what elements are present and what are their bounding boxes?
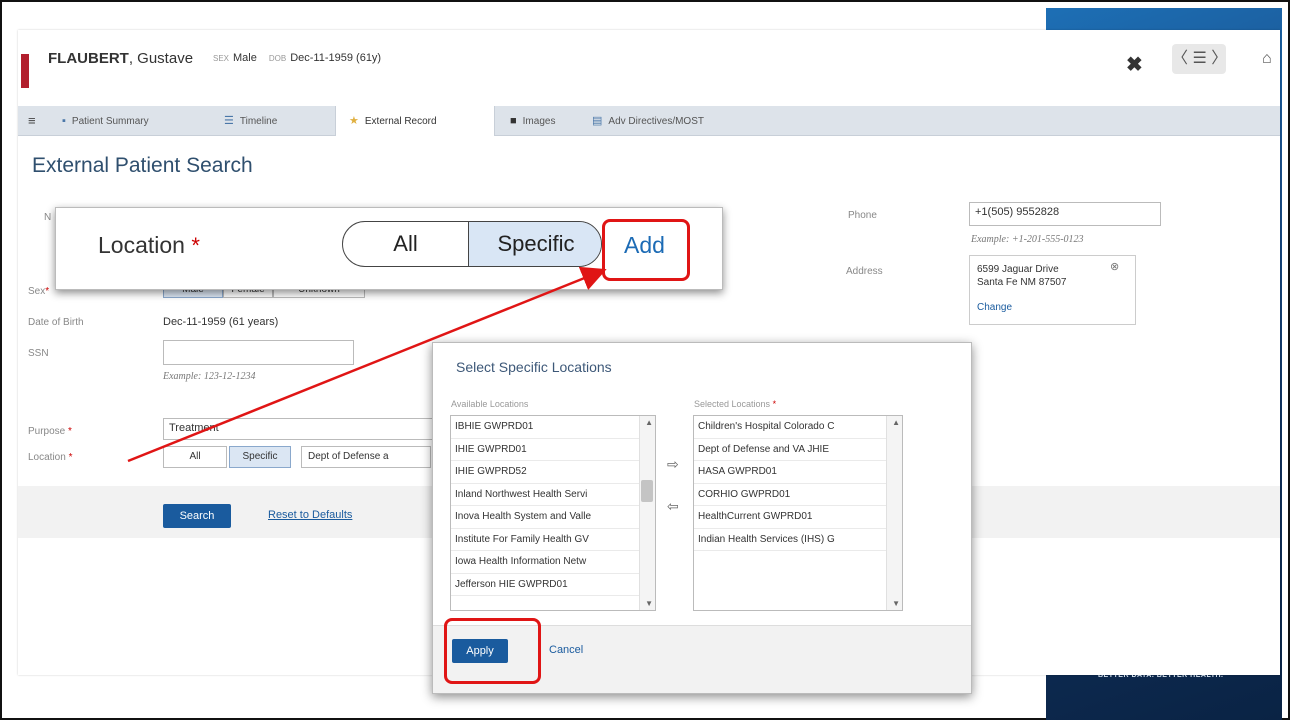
dob-label: Date of Birth (28, 317, 84, 328)
list-item[interactable]: Iowa Health Information Netw (451, 551, 655, 574)
list-item[interactable]: Inova Health System and Valle (451, 506, 655, 529)
list-item[interactable]: HASA GWPRD01 (694, 461, 902, 484)
name-label: N (44, 212, 52, 223)
tab-patient-summary[interactable]: ▪ Patient Summary (62, 106, 149, 136)
sex-meta-value: Male (233, 52, 257, 64)
image-icon: ■ (510, 115, 517, 127)
tab-timeline[interactable]: ☰ Timeline (224, 106, 277, 136)
address-box: 6599 Jaguar Drive Santa Fe NM 87507 ⊗ Ch… (969, 255, 1136, 325)
patient-alert-bar (21, 54, 29, 88)
sex-label: Sex* (28, 286, 50, 297)
zoom-specific-button[interactable]: Specific (469, 222, 601, 266)
clear-address-icon[interactable]: ⊗ (1110, 260, 1119, 273)
dob-meta-label: DOB (268, 54, 287, 63)
dob-meta-value: Dec-11-1959 (61y) (290, 52, 382, 64)
ssn-input[interactable] (163, 340, 354, 365)
location-specific-button[interactable]: Specific (229, 446, 291, 468)
move-left-icon[interactable]: ⇦ (667, 498, 679, 515)
scroll-down-icon[interactable]: ▼ (892, 599, 900, 608)
selected-header: Selected Locations * (694, 399, 777, 409)
address-line-2: Santa Fe NM 87507 (977, 277, 1067, 288)
available-header: Available Locations (451, 399, 529, 409)
patient-first-name: Gustave (137, 50, 194, 67)
tab-images[interactable]: ■ Images (510, 106, 555, 136)
list-item[interactable]: Inland Northwest Health Servi (451, 484, 655, 506)
move-right-icon[interactable]: ⇨ (667, 456, 679, 473)
star-icon: ★ (349, 115, 359, 127)
patient-last-name: FLAUBERT (48, 50, 129, 67)
add-highlight-box (602, 219, 690, 281)
phone-input[interactable]: +1(505) 9552828 (969, 202, 1161, 226)
list-item[interactable]: IBHIE GWPRD01 (451, 416, 655, 439)
list-item[interactable]: HealthCurrent GWPRD01 (694, 506, 902, 529)
address-label: Address (846, 266, 883, 277)
search-button[interactable]: Search (163, 504, 231, 528)
list-item[interactable]: Children's Hospital Colorado C (694, 416, 902, 439)
zoom-all-button[interactable]: All (343, 222, 469, 266)
phone-label: Phone (848, 210, 877, 221)
reset-defaults-link[interactable]: Reset to Defaults (268, 509, 352, 521)
selected-scrollbar[interactable]: ▲ ▼ (886, 416, 902, 610)
menu-icon[interactable]: ≡ (28, 106, 36, 136)
timeline-icon: ☰ (224, 115, 234, 127)
available-list[interactable]: IBHIE GWPRD01 IHIE GWPRD01 IHIE GWPRD52 Inl… (450, 415, 656, 611)
list-item[interactable]: CORHIO GWPRD01 (694, 484, 902, 506)
scroll-up-icon[interactable]: ▲ (892, 418, 900, 427)
scroll-down-icon[interactable]: ▼ (645, 599, 653, 608)
dob-value: Dec-11-1959 (61 years) (163, 316, 279, 328)
list-item[interactable]: Jefferson HIE GWPRD01 (451, 574, 655, 596)
phone-hint: Example: +1-201-555-0123 (971, 234, 1084, 245)
location-label: Location * (28, 452, 73, 463)
apply-highlight-box (444, 618, 541, 684)
ssn-hint: Example: 123-12-1234 (163, 371, 256, 382)
zoom-location-label: Location * (98, 232, 200, 258)
available-scrollbar[interactable]: ▲ ▼ (639, 416, 655, 610)
ssn-label: SSN (28, 348, 49, 359)
list-item[interactable]: IHIE GWPRD52 (451, 461, 655, 484)
address-line-1: 6599 Jaguar Drive (977, 264, 1059, 275)
list-item[interactable]: Indian Health Services (IHS) G (694, 529, 902, 551)
tab-bar: ≡ ▪ Patient Summary ☰ Timeline ★ External R… (18, 106, 1280, 136)
location-all-button[interactable]: All (163, 446, 227, 468)
sex-meta-label: SEX (213, 54, 230, 63)
home-icon[interactable]: ⌂ (1262, 50, 1272, 68)
scroll-thumb[interactable] (641, 480, 653, 502)
patient-name: FLAUBERT, Gustave (48, 50, 194, 67)
page-title: External Patient Search (32, 154, 253, 177)
patient-demographics: SEX Male DOB Dec-11-1959 (61y) (213, 52, 381, 64)
list-item[interactable]: Institute For Family Health GV (451, 529, 655, 551)
zoom-location-toggle: All Specific (342, 221, 602, 267)
list-item[interactable]: IHIE GWPRD01 (451, 439, 655, 461)
location-chip[interactable]: Dept of Defense a (301, 446, 431, 468)
person-icon: ▪ (62, 115, 66, 127)
scroll-up-icon[interactable]: ▲ (645, 418, 653, 427)
tab-external-record[interactable]: ★ External Record (335, 106, 495, 136)
close-icon[interactable]: ✖ (1126, 52, 1143, 77)
document-icon: ▤ (592, 115, 603, 127)
dialog-title: Select Specific Locations (456, 359, 612, 375)
list-nav-button[interactable]: 〈 ☰ 〉 (1172, 44, 1227, 74)
purpose-label: Purpose * (28, 426, 72, 437)
cancel-link[interactable]: Cancel (549, 644, 583, 656)
address-change-link[interactable]: Change (977, 302, 1012, 313)
selected-list[interactable]: Children's Hospital Colorado C Dept of De… (693, 415, 903, 611)
purpose-select[interactable]: Treatment (163, 418, 433, 440)
list-item[interactable]: Dept of Defense and VA JHIE (694, 439, 902, 461)
tab-adv-directives[interactable]: ▤ Adv Directives/MOST (592, 106, 704, 136)
